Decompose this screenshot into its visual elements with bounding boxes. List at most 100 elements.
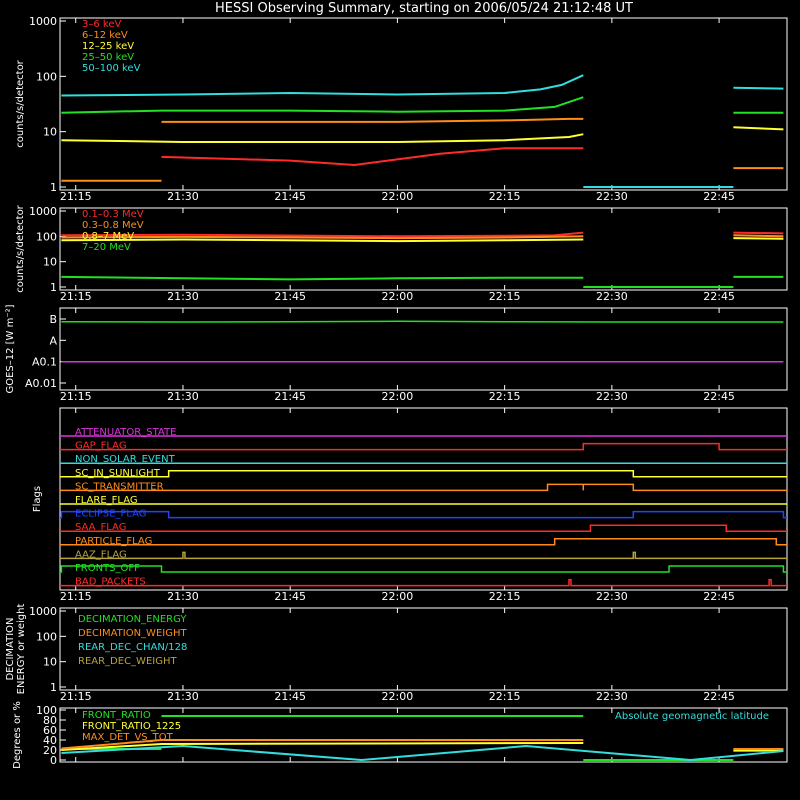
x-tick-label: 21:30 xyxy=(167,590,199,603)
x-tick-label: 21:30 xyxy=(167,190,199,203)
y-tick-label: 100 xyxy=(36,630,57,643)
x-tick-label: 22:15 xyxy=(489,390,521,403)
y-axis-label: Flags xyxy=(32,486,43,512)
legend-entry: 6–12 keV xyxy=(82,30,128,41)
x-tick-label: 21:45 xyxy=(274,590,306,603)
x-tick-label: 22:45 xyxy=(703,390,735,403)
x-tick-label: 22:30 xyxy=(596,190,628,203)
y-tick-label: A xyxy=(49,334,57,347)
x-tick-label: 22:00 xyxy=(382,290,414,303)
y-axis-label: counts/s/detector xyxy=(15,59,26,147)
series-line-0-8-7-mev xyxy=(61,238,584,243)
x-tick-label: 22:30 xyxy=(596,390,628,403)
y-tick-label: 1 xyxy=(50,281,57,294)
flag-line-sc-transmitter xyxy=(60,483,787,492)
x-tick-label: 22:15 xyxy=(489,190,521,203)
x-tick-label: 22:30 xyxy=(596,690,628,703)
x-tick-label: 21:15 xyxy=(60,690,92,703)
y-axis-label: DECIMATION xyxy=(5,617,16,680)
x-tick-label: 22:00 xyxy=(382,690,414,703)
x-tick-label: 21:45 xyxy=(274,290,306,303)
series-line-0-8-7-mev xyxy=(733,237,784,240)
y-tick-label: 1 xyxy=(50,181,57,194)
x-tick-label: 22:00 xyxy=(382,590,414,603)
series-line-0-1-0-3-mev xyxy=(733,231,784,235)
flag-line-fronts-off xyxy=(60,565,787,573)
series-line-12-25-kev xyxy=(61,133,584,143)
legend-entry: DECIMATION_ENERGY xyxy=(78,614,187,625)
flag-line-aaz-flag xyxy=(60,551,787,560)
x-tick-label: 21:45 xyxy=(274,390,306,403)
flag-label: SC_IN_SUNLIGHT xyxy=(75,468,161,479)
x-tick-label: 21:30 xyxy=(167,290,199,303)
flag-line-eclipse-flag xyxy=(60,510,787,519)
flag-label: ECLIPSE_FLAG xyxy=(75,509,146,520)
annotation-label: Absolute geomagnetic latitude xyxy=(615,711,769,722)
flag-label: FLARE_FLAG xyxy=(75,495,138,506)
y-tick-label: 10 xyxy=(43,256,57,269)
x-tick-label: 22:45 xyxy=(703,590,735,603)
series-line-12-25-kev xyxy=(733,126,784,131)
flag-label: SC_TRANSMITTER xyxy=(75,481,164,492)
legend-entry: 12–25 keV xyxy=(82,41,134,52)
panel-frame-3 xyxy=(59,307,788,391)
x-tick-label: 21:15 xyxy=(60,290,92,303)
flag-line-sc-in-sunlight xyxy=(60,470,787,478)
series-line-25-50-kev xyxy=(61,96,584,114)
x-tick-label: 22:45 xyxy=(703,690,735,703)
legend-entry: 25–50 keV xyxy=(82,52,134,63)
panel-frame-1 xyxy=(59,17,788,191)
legend-entry: REAR_DEC_WEIGHT xyxy=(78,656,177,667)
x-tick-label: 21:45 xyxy=(274,690,306,703)
y-tick-label: 1000 xyxy=(29,605,57,618)
flag-line-gap-flag xyxy=(60,442,787,451)
y-axis-label: GOES–12 [W m⁻²] xyxy=(5,304,16,393)
x-tick-label: 22:30 xyxy=(596,290,628,303)
series-line-3-6-kev xyxy=(161,147,584,167)
flag-label: FRONTS_OFF xyxy=(75,563,140,574)
x-tick-label: 22:00 xyxy=(382,390,414,403)
y-tick-label: 10 xyxy=(43,126,57,139)
x-tick-label: 22:15 xyxy=(489,690,521,703)
hessi-summary-figure: HESSI Observing Summary, starting on 200… xyxy=(5,1,788,769)
flag-label: ATTENUATOR_STATE xyxy=(75,427,176,438)
x-tick-label: 22:30 xyxy=(596,590,628,603)
series-line-0-1-0-3-mev xyxy=(61,231,584,238)
y-tick-label: 100 xyxy=(36,230,57,243)
x-tick-label: 22:00 xyxy=(382,190,414,203)
flag-label: AAZ_FLAG xyxy=(75,549,127,560)
legend-entry: DECIMATION_WEIGHT xyxy=(78,628,187,639)
y-tick-label: B xyxy=(49,313,57,326)
legend-entry: 0.3–0.8 MeV xyxy=(82,220,144,231)
flag-label: PARTICLE_FLAG xyxy=(75,536,152,547)
series-line-6-12-kev xyxy=(161,117,584,123)
legend-entry: MAX_DET_VS_TOT xyxy=(82,732,174,743)
y-tick-label: 100 xyxy=(36,704,57,717)
flag-label: NON_SOLAR_EVENT xyxy=(75,454,176,465)
legend-entry: 0.1–0.3 MeV xyxy=(82,209,144,220)
legend-entry: FRONT_RATIO xyxy=(82,710,151,721)
x-tick-label: 22:15 xyxy=(489,590,521,603)
y-axis-label: counts/s/detector xyxy=(15,204,26,292)
y-tick-label: 1 xyxy=(50,681,57,694)
y-tick-label: 10 xyxy=(43,656,57,669)
x-tick-label: 21:45 xyxy=(274,190,306,203)
y-axis-label: ENERGY or weight xyxy=(16,604,27,695)
flag-label: BAD_PACKETS xyxy=(75,577,146,588)
y-tick-label: 100 xyxy=(36,70,57,83)
series-line-absolute-geomagnetic-latitude xyxy=(61,744,784,762)
flag-line-bad-packets xyxy=(60,578,787,587)
x-tick-label: 21:15 xyxy=(60,390,92,403)
flag-line-particle-flag xyxy=(60,538,787,546)
y-tick-label: 1000 xyxy=(29,205,57,218)
legend-entry: 3–6 keV xyxy=(82,19,121,30)
flag-line-saa-flag xyxy=(60,524,787,532)
y-tick-label: 1000 xyxy=(29,15,57,28)
x-tick-label: 22:15 xyxy=(489,290,521,303)
x-tick-label: 21:30 xyxy=(167,390,199,403)
y-axis-label: Degrees or % xyxy=(12,701,23,769)
series-line-7-20-mev xyxy=(61,275,584,281)
x-tick-label: 21:15 xyxy=(60,590,92,603)
legend-entry: REAR_DEC_CHAN/128 xyxy=(78,642,187,653)
x-tick-label: 21:15 xyxy=(60,190,92,203)
